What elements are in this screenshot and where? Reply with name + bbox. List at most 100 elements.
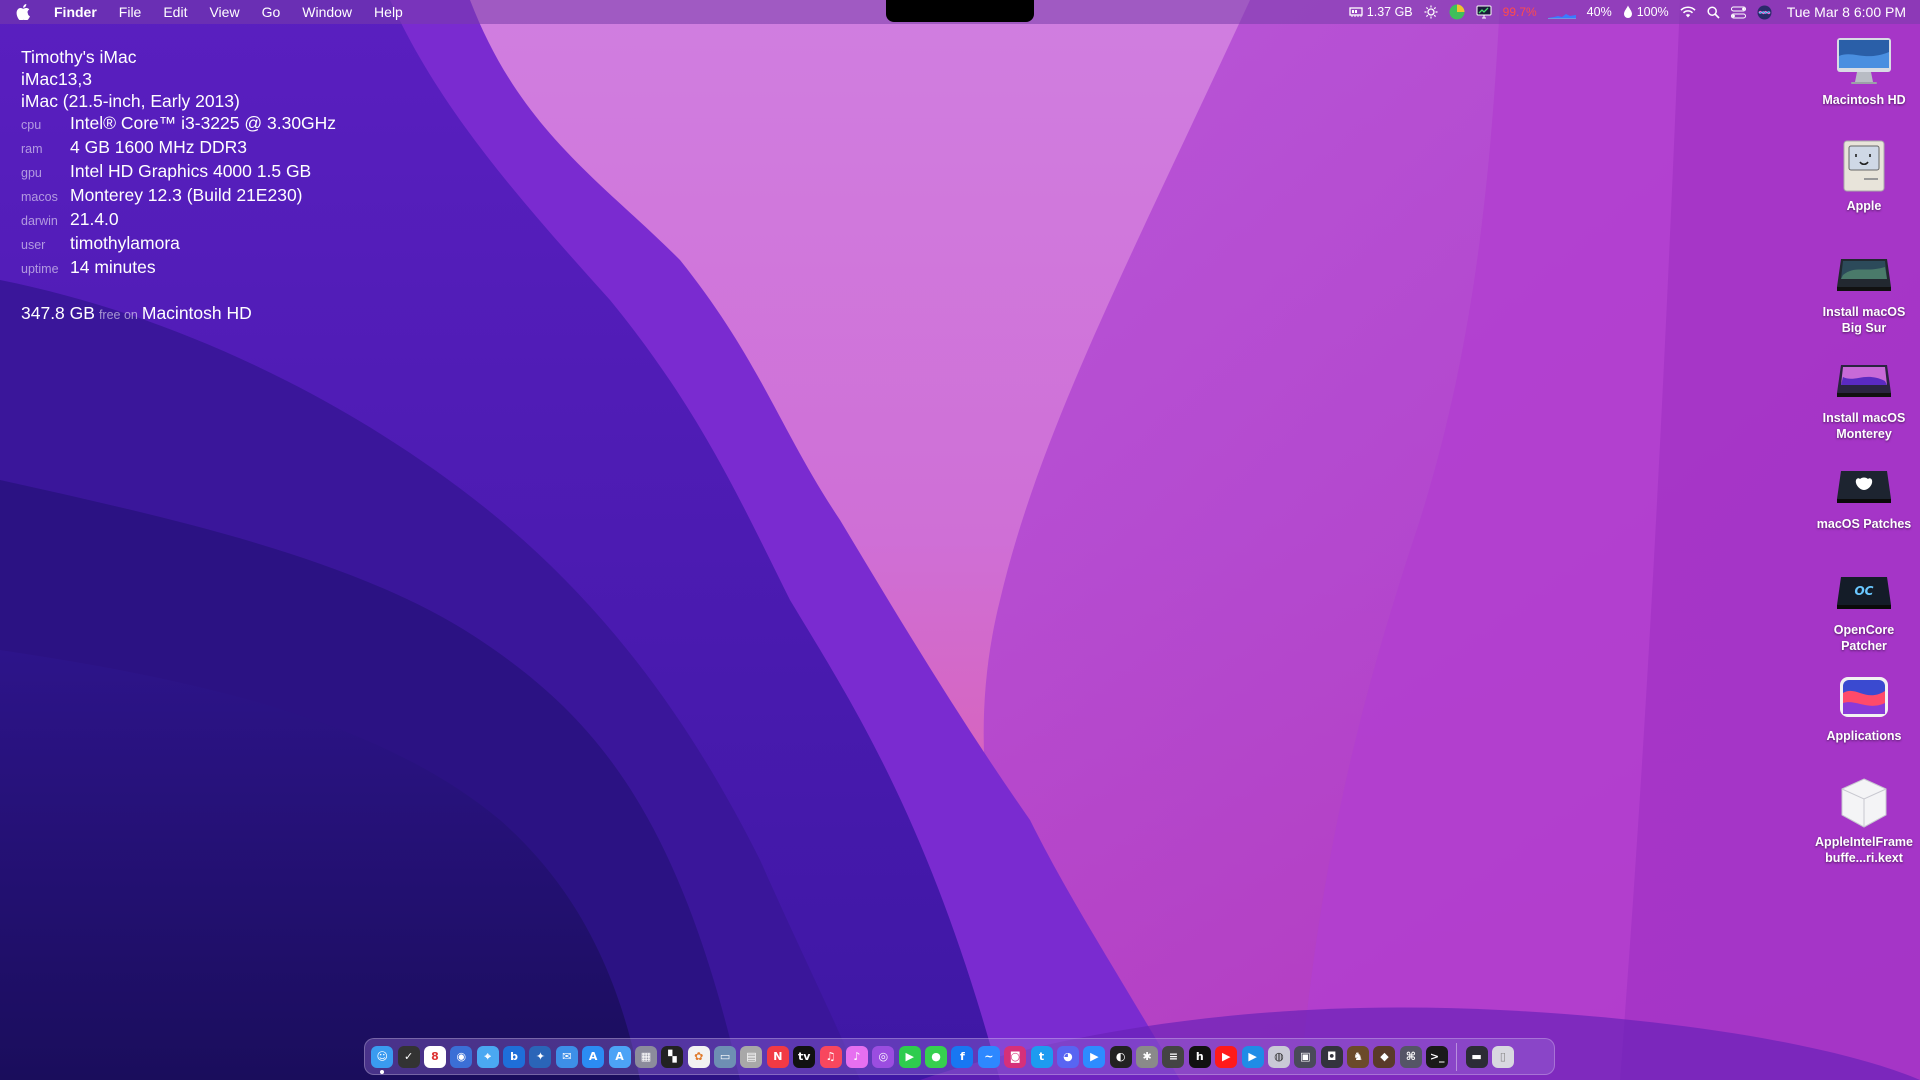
itunes-icon[interactable]: ♪: [845, 1045, 868, 1068]
cpu-usage: 99.7%: [1502, 5, 1537, 19]
instagram-icon[interactable]: ◙: [1004, 1045, 1027, 1068]
model-name: iMac (21.5-inch, Early 2013): [21, 91, 240, 111]
desktop-item-install-big-sur[interactable]: Install macOS Big Sur: [1808, 246, 1920, 352]
menu-window[interactable]: Window: [291, 0, 363, 24]
photos-icon[interactable]: ✿: [687, 1045, 710, 1068]
widgets-icon[interactable]: ▚: [661, 1045, 684, 1068]
info-key: macos: [21, 190, 58, 204]
info-key: darwin: [21, 214, 58, 228]
battery-status[interactable]: 40%: [1587, 5, 1612, 19]
info-row-cpu: cpu Intel® Core™ i3-3225 @ 3.30GHz: [21, 112, 336, 136]
info-value: Intel® Core™ i3-3225 @ 3.30GHz: [70, 113, 337, 133]
image-capture-icon[interactable]: ▤: [740, 1045, 763, 1068]
mail-icon[interactable]: ✉: [555, 1045, 578, 1068]
desktop-item-label: macOS Patches: [1816, 517, 1912, 531]
finder-icon[interactable]: ☺: [371, 1045, 394, 1074]
wifi-status[interactable]: [1680, 6, 1696, 18]
info-row-ram: ram 4 GB 1600 MHz DDR3: [21, 136, 336, 160]
info-value: Intel HD Graphics 4000 1.5 GB: [70, 161, 312, 181]
disk-utility-icon[interactable]: ◍: [1267, 1045, 1290, 1068]
app-store-alt-icon[interactable]: A: [608, 1045, 631, 1068]
notes-checklist-icon[interactable]: ✓: [397, 1045, 420, 1068]
info-key: uptime: [21, 262, 59, 276]
zoom-icon[interactable]: ▶: [1083, 1045, 1106, 1068]
apple-tv-icon[interactable]: tv: [793, 1045, 816, 1068]
podcasts-icon[interactable]: ◎: [872, 1045, 895, 1068]
safari-technology-preview-icon[interactable]: ⌘: [1399, 1045, 1422, 1068]
hulu-icon[interactable]: h: [1188, 1045, 1211, 1068]
app-store-icon[interactable]: A: [582, 1045, 605, 1068]
preview-icon[interactable]: ▭: [714, 1045, 737, 1068]
music-icon[interactable]: ♫: [819, 1045, 842, 1068]
info-key: cpu: [21, 118, 42, 132]
monitor-utility-icon[interactable]: ▣: [1294, 1045, 1317, 1068]
control-center-button[interactable]: [1730, 6, 1746, 19]
desktop-item-macintosh-hd[interactable]: Macintosh HD: [1808, 34, 1920, 140]
facebook-icon[interactable]: f: [951, 1045, 974, 1068]
desktop-item-opencore-patcher[interactable]: OC OpenCore Patcher: [1808, 564, 1920, 670]
siri-button[interactable]: [1757, 5, 1772, 20]
apple-logo-icon[interactable]: [0, 0, 46, 24]
menu-go[interactable]: Go: [251, 0, 292, 24]
desktop-item-applications[interactable]: Applications: [1808, 670, 1920, 776]
chess-icon[interactable]: ♞: [1347, 1045, 1370, 1068]
info-row-gpu: gpu Intel HD Graphics 4000 1.5 GB: [21, 160, 336, 184]
info-value: 21.4.0: [70, 209, 119, 229]
twitter-icon[interactable]: t: [1030, 1045, 1053, 1068]
calendar-icon[interactable]: 8: [423, 1045, 446, 1068]
menu-edit[interactable]: Edit: [152, 0, 198, 24]
menu-help[interactable]: Help: [363, 0, 414, 24]
menu-file[interactable]: File: [108, 0, 153, 24]
launchpad-icon[interactable]: ▦: [634, 1045, 657, 1068]
wifi-icon: [1680, 6, 1696, 18]
news-icon[interactable]: N: [766, 1045, 789, 1068]
fan-status[interactable]: 100%: [1623, 5, 1669, 19]
github-icon[interactable]: ◐: [1109, 1045, 1132, 1068]
sun-icon: [1424, 5, 1438, 19]
facetime-icon[interactable]: ▶: [898, 1045, 921, 1068]
monitor-stats[interactable]: [1476, 5, 1492, 19]
downloads-stack-icon[interactable]: ▬: [1465, 1045, 1488, 1068]
info-row-uptime: uptime 14 minutes: [21, 256, 336, 280]
brightness-status[interactable]: [1424, 5, 1438, 19]
messenger-icon[interactable]: ~: [977, 1045, 1000, 1068]
network-graph[interactable]: [1547, 5, 1576, 19]
trash-icon[interactable]: ▯: [1491, 1045, 1514, 1068]
desktop-item-label: Applications: [1826, 729, 1902, 743]
control-center-icon: [1730, 6, 1746, 18]
menu-app-finder[interactable]: Finder: [46, 0, 108, 24]
menu-clock[interactable]: Tue Mar 8 6:00 PM: [1787, 4, 1906, 20]
info-row-darwin: darwin 21.4.0: [21, 208, 336, 232]
model-identifier: iMac13,3: [21, 69, 93, 89]
desktop-icons: Macintosh HD Apple Install macOS Big Sur…: [1808, 34, 1920, 882]
prime-video-icon[interactable]: ▶: [1241, 1045, 1264, 1068]
siri-icon[interactable]: ◉: [450, 1045, 473, 1068]
drive-opencore-icon: OC: [1832, 564, 1896, 618]
terminal-icon[interactable]: >_: [1426, 1045, 1449, 1068]
cpu-status[interactable]: 99.7%: [1503, 5, 1537, 19]
kext-bundle-icon: [1832, 776, 1896, 830]
info-value: Monterey 12.3 (Build 21E230): [70, 185, 303, 205]
xcode-icon[interactable]: ✦: [529, 1045, 552, 1068]
opencore-patcher-icon[interactable]: ◆: [1373, 1045, 1396, 1068]
system-preferences-icon[interactable]: ✱: [1136, 1045, 1159, 1068]
desktop-item-apple[interactable]: Apple: [1808, 140, 1920, 246]
disk-usage-pie[interactable]: [1449, 4, 1465, 20]
discord-icon[interactable]: ◕: [1056, 1045, 1079, 1068]
menu-view[interactable]: View: [198, 0, 250, 24]
activity-monitor-icon[interactable]: ≡: [1162, 1045, 1185, 1068]
messages-icon[interactable]: ●: [925, 1045, 948, 1068]
memory-status[interactable]: 1.37 GB: [1349, 5, 1413, 19]
safari-icon[interactable]: ⌖: [476, 1045, 499, 1068]
imac-icon: [1832, 34, 1896, 88]
screen-capture-icon[interactable]: ◘: [1320, 1045, 1343, 1068]
drive-big-sur-icon: [1832, 246, 1896, 300]
spotlight-button[interactable]: [1707, 5, 1720, 19]
youtube-icon[interactable]: ▶: [1215, 1045, 1238, 1068]
info-key: gpu: [21, 166, 42, 180]
bing-icon[interactable]: b: [503, 1045, 526, 1068]
desktop-item-install-monterey[interactable]: Install macOS Monterey: [1808, 352, 1920, 458]
desktop-item-macos-patches[interactable]: macOS Patches: [1808, 458, 1920, 564]
desktop-item-kext[interactable]: AppleIntelFramebuffe...ri.kext: [1808, 776, 1920, 882]
memory-used: 1.37 GB: [1366, 5, 1413, 19]
